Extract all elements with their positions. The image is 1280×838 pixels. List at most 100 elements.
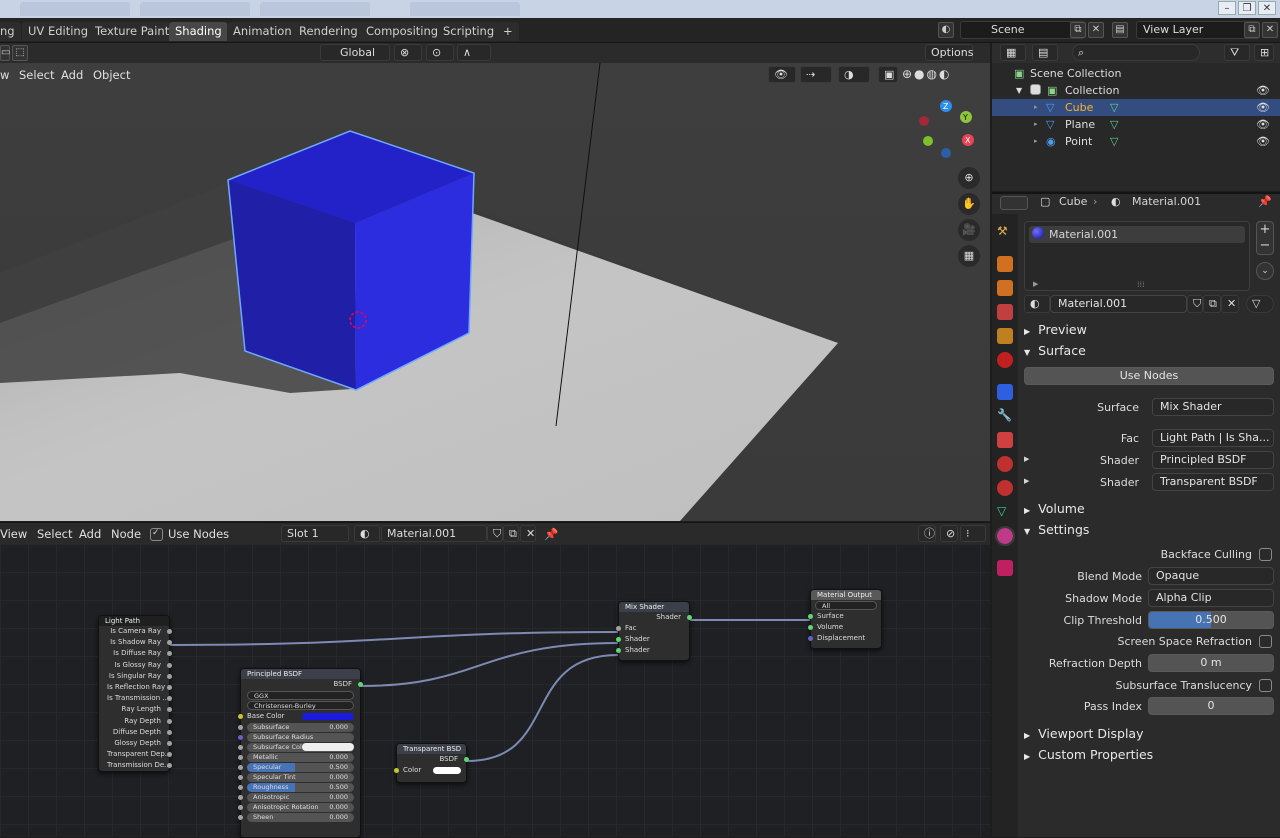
- outliner-item-cube[interactable]: ▸ ▽ Cube ▽ 👁: [992, 99, 1280, 116]
- param-specular[interactable]: Specular 0.500: [238, 763, 354, 772]
- socket-icon[interactable]: [238, 775, 243, 780]
- socket-icon[interactable]: [616, 637, 621, 642]
- color-swatch[interactable]: [433, 767, 461, 774]
- viewport-menu-select[interactable]: Select: [19, 68, 54, 82]
- data-tab-icon[interactable]: ▽: [997, 504, 1013, 520]
- tab-shading[interactable]: Shading: [169, 22, 228, 41]
- pin-icon[interactable]: 📌: [1258, 195, 1272, 208]
- eye-icon[interactable]: 👁: [1256, 82, 1270, 99]
- blend-mode-dropdown[interactable]: Opaque: [1148, 567, 1274, 585]
- material-slot-item[interactable]: Material.001: [1029, 226, 1245, 243]
- viewport-display-section[interactable]: ▶ Viewport Display: [1024, 726, 1144, 741]
- editor-type-icon[interactable]: ▦: [1000, 44, 1026, 61]
- socket-icon[interactable]: [238, 795, 243, 800]
- slot-selector[interactable]: Slot 1: [281, 525, 349, 542]
- data-icon[interactable]: ▽: [1110, 133, 1118, 150]
- modifier-tab-icon[interactable]: 🔧: [997, 408, 1013, 424]
- target-dropdown[interactable]: All: [815, 601, 877, 610]
- socket-icon[interactable]: [238, 755, 243, 760]
- grid-icon[interactable]: ▦: [958, 245, 980, 267]
- param-subsurface-colo[interactable]: Subsurface Colo: [238, 743, 354, 752]
- socket-icon[interactable]: [238, 745, 243, 750]
- custom-properties-section[interactable]: ▶ Custom Properties: [1024, 747, 1153, 762]
- close-icon[interactable]: ✕: [1262, 22, 1278, 38]
- overlay-node-icon[interactable]: ⁝: [960, 525, 986, 542]
- fac-field[interactable]: Light Path | Is Sha...: [1152, 429, 1274, 447]
- collection-row[interactable]: ▼ ▣ Collection 👁: [992, 82, 1280, 99]
- use-nodes-button[interactable]: Use Nodes: [1024, 367, 1274, 385]
- socket-icon[interactable]: [238, 785, 243, 790]
- copy-icon[interactable]: ⧉: [1244, 22, 1260, 38]
- shader2-field[interactable]: Transparent BSDF: [1152, 473, 1274, 491]
- socket-icon[interactable]: [808, 636, 813, 641]
- camera-icon[interactable]: 🎥: [958, 219, 980, 241]
- shader1-field[interactable]: Principled BSDF: [1152, 451, 1274, 469]
- ssr-checkbox[interactable]: [1259, 635, 1272, 648]
- settings-section[interactable]: ▼ Settings: [1024, 522, 1089, 537]
- volume-section[interactable]: ▶ Volume: [1024, 501, 1085, 516]
- chevron-right-icon[interactable]: ▶: [1024, 477, 1029, 485]
- close-icon[interactable]: ✕: [520, 525, 536, 542]
- tab-+[interactable]: +: [497, 22, 519, 41]
- tab-uv-editing[interactable]: UV Editing: [22, 22, 94, 41]
- preview-section[interactable]: ▶ Preview: [1024, 322, 1087, 337]
- socket-icon[interactable]: [616, 648, 621, 653]
- outliner-item-plane[interactable]: ▸ ▽ Plane ▽ 👁: [992, 116, 1280, 133]
- pin-icon[interactable]: 📌: [544, 527, 558, 541]
- chevron-down-icon[interactable]: ▼: [1016, 82, 1022, 99]
- material-name-field[interactable]: Material.001: [381, 525, 487, 542]
- tab-scripting[interactable]: Scripting: [437, 22, 501, 41]
- shield-icon[interactable]: ⛉: [1187, 295, 1203, 313]
- outliner-item-point[interactable]: ▸ ◉ Point ▽ 👁: [992, 133, 1280, 150]
- visibility-icon[interactable]: 👁: [768, 66, 796, 83]
- socket-icon[interactable]: [167, 729, 172, 735]
- output-tab-icon[interactable]: [997, 280, 1013, 296]
- node-canvas[interactable]: Light Path Is Camera Ray Is Shadow Ray Is …: [0, 544, 990, 838]
- texture-tab-icon[interactable]: [997, 560, 1013, 576]
- chevron-down-icon[interactable]: ⌄: [1256, 262, 1274, 280]
- view-layer-icon[interactable]: ▤: [1112, 22, 1128, 38]
- shading-modes-icon[interactable]: ⊕●◍◐: [902, 67, 951, 81]
- pivot-icon[interactable]: ⊗: [394, 44, 422, 61]
- eye-icon[interactable]: 👁: [1256, 116, 1270, 133]
- shadow-mode-dropdown[interactable]: Alpha Clip: [1148, 589, 1274, 607]
- socket-icon[interactable]: [808, 625, 813, 630]
- socket-icon[interactable]: [167, 718, 172, 724]
- render-tab-icon[interactable]: [997, 256, 1013, 272]
- data-icon[interactable]: ▽: [1110, 99, 1118, 116]
- param-anisotropic-rotation[interactable]: Anisotropic Rotation 0.000: [238, 803, 354, 812]
- hand-icon[interactable]: ✋: [958, 193, 980, 215]
- overlay-icon[interactable]: ◑: [838, 66, 870, 83]
- socket-icon[interactable]: [616, 626, 621, 631]
- color-swatch[interactable]: [302, 743, 354, 751]
- chevron-right-icon[interactable]: ▸: [1034, 116, 1038, 133]
- 3d-viewport[interactable]: Z Y X ⊕ ✋ 🎥 ▦: [0, 43, 990, 521]
- use-nodes-checkbox[interactable]: ✓: [150, 528, 163, 541]
- subsurface-method-dropdown[interactable]: Christensen-Burley: [247, 701, 354, 710]
- data-icon[interactable]: ▽: [1110, 116, 1118, 133]
- viewport-menu-w[interactable]: w: [0, 68, 9, 82]
- socket-icon[interactable]: [167, 662, 172, 668]
- scene-tab-icon[interactable]: [997, 328, 1013, 344]
- expand-icon[interactable]: ▶: [1033, 280, 1038, 288]
- browser-tab[interactable]: [260, 2, 370, 16]
- tab-compositing[interactable]: Compositing: [360, 22, 445, 41]
- proportional-edit-icon[interactable]: ∧: [457, 44, 491, 61]
- param-anisotropic[interactable]: Anisotropic 0.000: [238, 793, 354, 802]
- xray-icon[interactable]: ▣: [878, 66, 898, 83]
- copy-icon[interactable]: ⧉: [1203, 295, 1221, 313]
- tab-ng[interactable]: ng: [0, 22, 21, 41]
- copy-icon[interactable]: ⧉: [1070, 22, 1086, 38]
- material-output-node[interactable]: Material Output All Surface Volume Displac…: [808, 589, 882, 649]
- refraction-depth-field[interactable]: 0 m: [1148, 654, 1274, 672]
- socket-icon[interactable]: [238, 725, 243, 730]
- tab-animation[interactable]: Animation: [227, 22, 298, 41]
- socket-icon[interactable]: [167, 673, 172, 679]
- mode-icon[interactable]: ▭: [0, 45, 10, 61]
- filter-icon[interactable]: ⛛: [1224, 44, 1250, 61]
- tab-texture-paint[interactable]: Texture Paint: [89, 22, 176, 41]
- param-subsurface[interactable]: Subsurface 0.000: [238, 723, 354, 732]
- base-color-swatch[interactable]: [302, 713, 354, 720]
- view-layer-tab-icon[interactable]: [997, 304, 1013, 320]
- editor-type-icon[interactable]: [1000, 196, 1028, 210]
